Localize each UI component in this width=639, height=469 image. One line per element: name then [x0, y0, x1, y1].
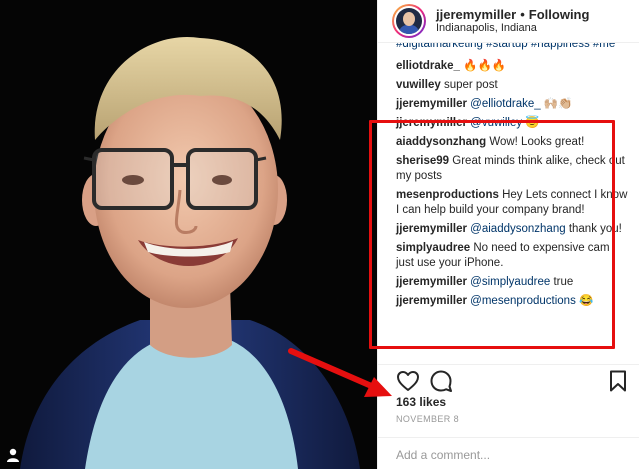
- location-link[interactable]: Indianapolis, Indiana: [436, 22, 589, 35]
- post-photo[interactable]: [0, 0, 377, 469]
- comment-mention[interactable]: @vuwilley: [470, 117, 522, 129]
- comment-item: simplyaudree No need to expensive cam ju…: [396, 241, 628, 271]
- comment-username[interactable]: aiaddysonzhang: [396, 136, 486, 148]
- comments-list[interactable]: #digitalmarketing #startup #happiness #m…: [378, 42, 639, 364]
- comment-username[interactable]: jjeremymiller: [396, 117, 467, 129]
- comment-item: jjeremymiller @simplyaudree true: [396, 275, 628, 290]
- comment-item: elliotdrake_ 🔥🔥🔥: [396, 59, 628, 74]
- portrait-image: [0, 0, 377, 469]
- post-side-panel: jjeremymiller • Following Indianapolis, In…: [377, 0, 639, 469]
- comment-item: vuwilley super post: [396, 78, 628, 93]
- comment-username[interactable]: vuwilley: [396, 79, 441, 91]
- comment-text: Wow! Looks great!: [489, 136, 585, 148]
- post-date: NOVEMBER 8: [396, 414, 460, 424]
- comment-mention[interactable]: @mesenproductions: [470, 295, 576, 307]
- actions-section: 163 likes NOVEMBER 8: [378, 364, 639, 469]
- likes-count[interactable]: 163 likes: [396, 395, 446, 409]
- avatar[interactable]: [392, 4, 426, 38]
- comment-item: sherise99 Great minds think alike, check…: [396, 154, 628, 184]
- comment-username[interactable]: simplyaudree: [396, 242, 470, 254]
- add-comment-section: [378, 437, 639, 469]
- comment-username[interactable]: jjeremymiller: [396, 276, 467, 288]
- comment-text: 🙌🏼👏🏼: [543, 98, 573, 110]
- comment-mention[interactable]: @elliotdrake_: [470, 98, 541, 110]
- post-header: jjeremymiller • Following Indianapolis, In…: [378, 0, 639, 42]
- heart-icon[interactable]: [396, 369, 420, 393]
- comment-item: jjeremymiller @vuwilley 😇: [396, 116, 628, 131]
- comment-text: 🔥🔥🔥: [463, 60, 507, 72]
- comment-username[interactable]: sherise99: [396, 155, 449, 167]
- comment-text: super post: [443, 79, 498, 91]
- comment-text: 😇: [525, 117, 540, 129]
- comment-item: jjeremymiller @aiaddysonzhang thank you!: [396, 222, 628, 237]
- comment-username[interactable]: jjeremymiller: [396, 295, 467, 307]
- following-button[interactable]: Following: [529, 7, 590, 22]
- header-username[interactable]: jjeremymiller: [436, 7, 516, 22]
- comment-text: 😂: [579, 295, 594, 307]
- person-icon[interactable]: [5, 447, 21, 463]
- comment-username[interactable]: mesenproductions: [396, 189, 499, 201]
- bookmark-icon[interactable]: [606, 369, 630, 393]
- comment-item: aiaddysonzhang Wow! Looks great!: [396, 135, 628, 150]
- comment-item: jjeremymiller @elliotdrake_ 🙌🏼👏🏼: [396, 97, 628, 112]
- comment-text: true: [553, 276, 574, 288]
- comment-item: mesenproductions Hey Lets connect I know…: [396, 188, 628, 218]
- comment-mention[interactable]: @aiaddysonzhang: [470, 223, 565, 235]
- comment-username[interactable]: elliotdrake_: [396, 60, 460, 72]
- add-comment-input[interactable]: [396, 446, 616, 464]
- action-bar: [396, 369, 628, 395]
- comment-username[interactable]: jjeremymiller: [396, 98, 467, 110]
- caption-hashtags[interactable]: #digitalmarketing #startup #happiness #m…: [396, 43, 628, 52]
- comment-text: thank you!: [568, 223, 622, 235]
- comment-bubble-icon[interactable]: [429, 369, 453, 393]
- comment-mention[interactable]: @simplyaudree: [470, 276, 550, 288]
- separator-dot: •: [520, 6, 525, 22]
- comment-username[interactable]: jjeremymiller: [396, 223, 467, 235]
- comment-item: jjeremymiller @mesenproductions 😂: [396, 294, 628, 309]
